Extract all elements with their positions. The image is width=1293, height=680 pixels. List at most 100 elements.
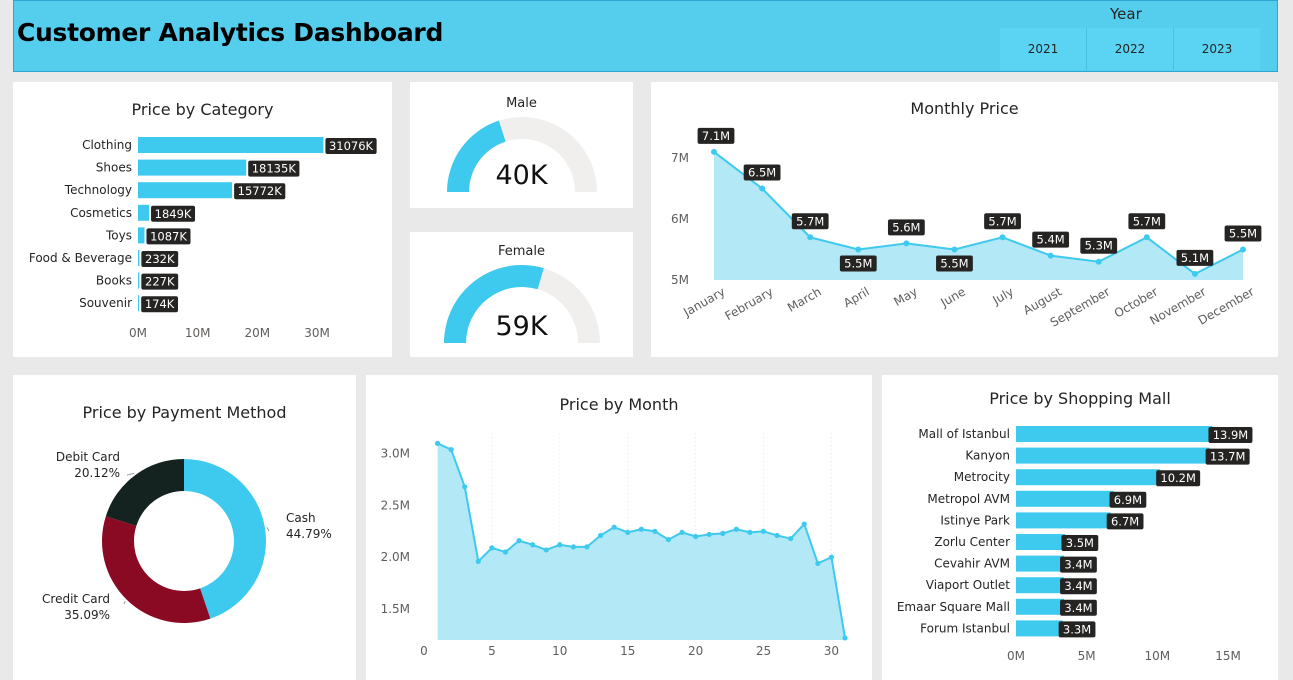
monthly-data-label: 5.5M bbox=[1229, 227, 1257, 241]
mall-data-label: 6.7M bbox=[1111, 514, 1139, 528]
monthly-data-label: 5.1M bbox=[1181, 251, 1209, 265]
monthly-data-label: 5.5M bbox=[844, 257, 872, 271]
mall-card[interactable]: Price by Shopping Mall Mall of Istanbul 1… bbox=[882, 375, 1278, 680]
monthly-point bbox=[855, 246, 862, 253]
bymonth-point bbox=[828, 554, 835, 560]
monthly-price-card[interactable]: Monthly Price 5M 6M 7M 7.1M January 6.5M Febru… bbox=[651, 82, 1278, 357]
category-x-tick: 0M bbox=[129, 326, 147, 340]
bymonth-point bbox=[597, 532, 604, 539]
mall-bar bbox=[1016, 534, 1066, 550]
year-button-2023[interactable]: 2023 bbox=[1174, 28, 1260, 70]
mall-bar-chart[interactable]: Mall of Istanbul 13.9M Kanyon 13.7M Metrocit… bbox=[882, 375, 1278, 680]
category-data-label: 232K bbox=[145, 252, 175, 266]
bymonth-point bbox=[706, 531, 712, 538]
category-data-label: 15772K bbox=[238, 184, 283, 198]
category-label: Food & Beverage bbox=[29, 251, 132, 265]
category-card[interactable]: Price by Category Clothing 31076K Shoes 181… bbox=[13, 82, 392, 357]
female-gauge-card[interactable]: Female 59K bbox=[410, 232, 633, 357]
monthly-point bbox=[1240, 246, 1246, 253]
monthly-point bbox=[807, 234, 814, 241]
category-bar bbox=[138, 137, 324, 153]
mall-label: Zorlu Center bbox=[934, 535, 1010, 549]
mall-label: Kanyon bbox=[965, 449, 1010, 463]
category-label: Technology bbox=[64, 183, 132, 197]
mall-bar bbox=[1016, 512, 1111, 529]
mall-data-label: 13.7M bbox=[1210, 450, 1246, 464]
mall-label: Forum Istanbul bbox=[920, 621, 1010, 635]
mall-label: Cevahir AVM bbox=[934, 557, 1010, 571]
mall-bar bbox=[1016, 490, 1114, 507]
mall-data-label: 3.4M bbox=[1064, 601, 1092, 615]
payment-slice bbox=[102, 516, 211, 623]
payment-category-label: Cash bbox=[286, 511, 316, 525]
monthly-area-chart[interactable]: 5M 6M 7M 7.1M January 6.5M February 5.7M March 5.… bbox=[651, 82, 1278, 357]
monthly-point bbox=[1191, 270, 1198, 277]
category-label: Books bbox=[96, 274, 132, 288]
bymonth-y-tick: 3.0M bbox=[381, 447, 410, 461]
category-bar-chart[interactable]: Clothing 31076K Shoes 18135K Technology 15772… bbox=[13, 82, 392, 357]
mall-bar bbox=[1016, 447, 1210, 464]
monthly-data-label: 5.6M bbox=[892, 220, 920, 234]
bymonth-x-tick: 15 bbox=[620, 644, 635, 658]
mall-bar bbox=[1016, 620, 1063, 637]
bymonth-y-tick: 2.5M bbox=[381, 498, 410, 512]
bymonth-y-tick: 2.0M bbox=[381, 550, 410, 564]
bymonth-x-tick: 5 bbox=[488, 644, 496, 658]
monthly-point bbox=[759, 185, 766, 192]
category-data-label: 174K bbox=[145, 297, 175, 311]
bymonth-x-tick: 10 bbox=[552, 644, 567, 658]
payment-card[interactable]: Price by Payment Method Cash 44.79% Credit… bbox=[13, 375, 356, 680]
payment-leader-line bbox=[123, 600, 126, 605]
monthly-x-tick: April bbox=[841, 284, 872, 310]
male-gauge-card[interactable]: Male 40K bbox=[410, 82, 633, 208]
year-button-2022[interactable]: 2022 bbox=[1087, 28, 1174, 70]
bymonth-point bbox=[788, 535, 794, 542]
bymonth-point bbox=[502, 549, 509, 555]
monthly-data-label: 5.7M bbox=[796, 214, 824, 228]
mall-data-label: 10.2M bbox=[1160, 471, 1196, 485]
category-data-label: 1087K bbox=[150, 229, 187, 243]
bymonth-y-tick: 1.5M bbox=[381, 602, 410, 616]
monthly-point bbox=[903, 240, 910, 247]
category-bar bbox=[138, 250, 140, 266]
category-data-label: 18135K bbox=[252, 162, 297, 176]
mall-label: Emaar Square Mall bbox=[897, 600, 1010, 614]
category-bar bbox=[138, 272, 140, 289]
payment-donut-chart[interactable]: Cash 44.79% Credit Card 35.09% Debit Card 20.… bbox=[13, 375, 356, 680]
payment-category-label: Debit Card bbox=[56, 450, 120, 464]
bymonth-point bbox=[462, 484, 468, 490]
price-by-month-card[interactable]: Price by Month 0 5 10 15 20 25 30 1.5M 2.0M 2.5M 3… bbox=[366, 375, 872, 680]
mall-bar bbox=[1016, 555, 1065, 572]
bymonth-point bbox=[665, 537, 672, 543]
category-label: Cosmetics bbox=[70, 206, 132, 220]
bymonth-point bbox=[652, 528, 658, 534]
mall-data-label: 3.5M bbox=[1066, 536, 1094, 550]
category-data-label: 1849K bbox=[155, 207, 192, 221]
bymonth-point bbox=[693, 533, 699, 540]
mall-data-label: 3.4M bbox=[1064, 579, 1092, 593]
monthly-data-label: 5.4M bbox=[1037, 233, 1065, 247]
bymonth-point bbox=[625, 529, 631, 535]
mall-bar bbox=[1016, 469, 1161, 486]
monthly-y-tick: 5M bbox=[671, 273, 689, 287]
bymonth-point bbox=[530, 542, 536, 548]
category-x-tick: 20M bbox=[245, 326, 271, 340]
monthly-data-label: 6.5M bbox=[748, 166, 776, 180]
payment-percent-label: 44.79% bbox=[286, 527, 332, 541]
year-button-2021[interactable]: 2021 bbox=[1000, 28, 1087, 70]
mall-label: Istinye Park bbox=[940, 513, 1010, 527]
monthly-y-tick: 7M bbox=[671, 151, 689, 165]
bymonth-point bbox=[747, 529, 753, 535]
bymonth-point bbox=[733, 526, 739, 532]
category-label: Souvenir bbox=[79, 296, 132, 310]
mall-data-label: 3.3M bbox=[1063, 622, 1091, 636]
payment-percent-label: 35.09% bbox=[64, 608, 110, 622]
bymonth-x-tick: 30 bbox=[824, 644, 839, 658]
mall-x-tick: 5M bbox=[1078, 649, 1096, 663]
category-bar bbox=[138, 204, 150, 221]
mall-label: Metrocity bbox=[954, 470, 1010, 484]
bymonth-x-tick: 0 bbox=[420, 644, 428, 658]
bymonth-area-chart[interactable]: 0 5 10 15 20 25 30 1.5M 2.0M 2.5M 3.0M bbox=[366, 375, 872, 680]
bymonth-point bbox=[475, 558, 481, 564]
bymonth-point bbox=[584, 544, 590, 550]
